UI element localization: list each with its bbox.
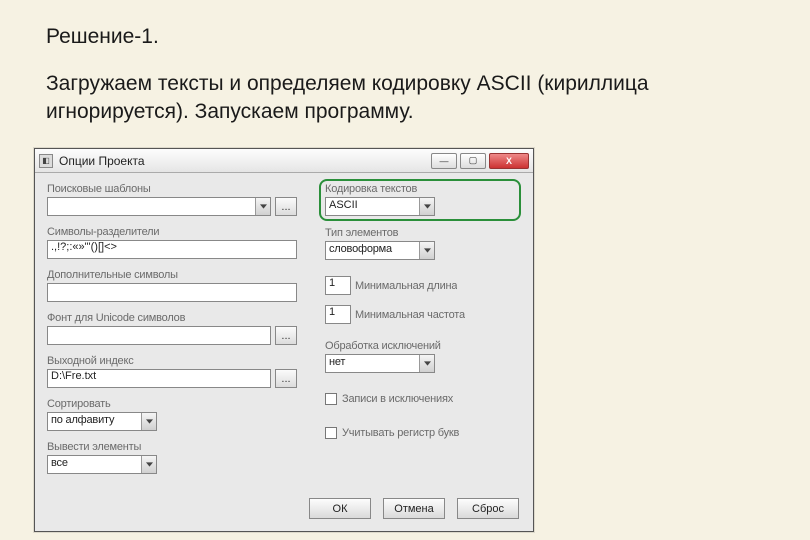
chevron-down-icon[interactable]	[141, 413, 156, 430]
case-sensitive-row[interactable]: Учитывать регистр букв	[325, 427, 515, 439]
output-elements-label: Вывести элементы	[47, 441, 297, 453]
output-index-input[interactable]: D:\Fre.txt	[47, 369, 271, 388]
hits-in-exclusions-row[interactable]: Записи в исключениях	[325, 393, 515, 405]
doc-body: Загружаем тексты и определяем кодировку …	[46, 70, 746, 127]
chevron-down-icon[interactable]	[141, 456, 156, 473]
output-index-label: Выходной индекс	[47, 355, 297, 367]
unicode-font-browse-button[interactable]: ...	[275, 326, 297, 345]
encoding-combo[interactable]: ASCII	[325, 197, 435, 216]
window-title: Опции Проекта	[59, 154, 431, 168]
min-length-input[interactable]: 1	[325, 276, 351, 295]
min-freq-input[interactable]: 1	[325, 305, 351, 324]
element-type-combo[interactable]: словоформа	[325, 241, 435, 260]
minimize-button[interactable]: —	[431, 153, 457, 169]
min-freq-label: Минимальная частота	[355, 309, 465, 321]
app-icon: ◧	[39, 154, 53, 168]
exclusions-combo[interactable]: нет	[325, 354, 435, 373]
min-length-label: Минимальная длина	[355, 280, 457, 292]
search-templates-browse-button[interactable]: ...	[275, 197, 297, 216]
exclusions-value: нет	[326, 355, 419, 372]
search-templates-combo[interactable]	[47, 197, 271, 216]
separators-input[interactable]: .,!?;:«»"'()[]<>	[47, 240, 297, 259]
encoding-highlight: Кодировка текстов ASCII	[319, 179, 521, 221]
options-window: ◧ Опции Проекта — ▢ X Поисковые шаблоны …	[34, 148, 534, 532]
additional-symbols-label: Дополнительные символы	[47, 269, 297, 281]
output-index-browse-button[interactable]: ...	[275, 369, 297, 388]
hits-in-exclusions-checkbox[interactable]	[325, 393, 337, 405]
doc-heading: Решение-1.	[46, 25, 159, 49]
encoding-value: ASCII	[326, 198, 419, 215]
chevron-down-icon[interactable]	[419, 242, 434, 259]
chevron-down-icon[interactable]	[255, 198, 270, 215]
maximize-button[interactable]: ▢	[460, 153, 486, 169]
chevron-down-icon[interactable]	[419, 198, 434, 215]
exclusions-label: Обработка исключений	[325, 340, 515, 352]
search-templates-label: Поисковые шаблоны	[47, 183, 297, 195]
hits-in-exclusions-label: Записи в исключениях	[342, 393, 453, 405]
unicode-font-label: Фонт для Unicode символов	[47, 312, 297, 324]
sort-combo[interactable]: по алфавиту	[47, 412, 157, 431]
output-elements-combo[interactable]: все	[47, 455, 157, 474]
separators-label: Символы-разделители	[47, 226, 297, 238]
element-type-label: Тип элементов	[325, 227, 515, 239]
output-elements-value: все	[48, 456, 141, 473]
sort-label: Сортировать	[47, 398, 297, 410]
reset-button[interactable]: Сброс	[457, 498, 519, 519]
additional-symbols-input[interactable]	[47, 283, 297, 302]
encoding-label: Кодировка текстов	[325, 183, 515, 195]
sort-value: по алфавиту	[48, 413, 141, 430]
cancel-button[interactable]: Отмена	[383, 498, 445, 519]
search-templates-value	[48, 198, 255, 215]
ok-button[interactable]: ОК	[309, 498, 371, 519]
case-sensitive-label: Учитывать регистр букв	[342, 427, 459, 439]
element-type-value: словоформа	[326, 242, 419, 259]
close-button[interactable]: X	[489, 153, 529, 169]
case-sensitive-checkbox[interactable]	[325, 427, 337, 439]
chevron-down-icon[interactable]	[419, 355, 434, 372]
unicode-font-input[interactable]	[47, 326, 271, 345]
titlebar[interactable]: ◧ Опции Проекта — ▢ X	[35, 149, 533, 173]
